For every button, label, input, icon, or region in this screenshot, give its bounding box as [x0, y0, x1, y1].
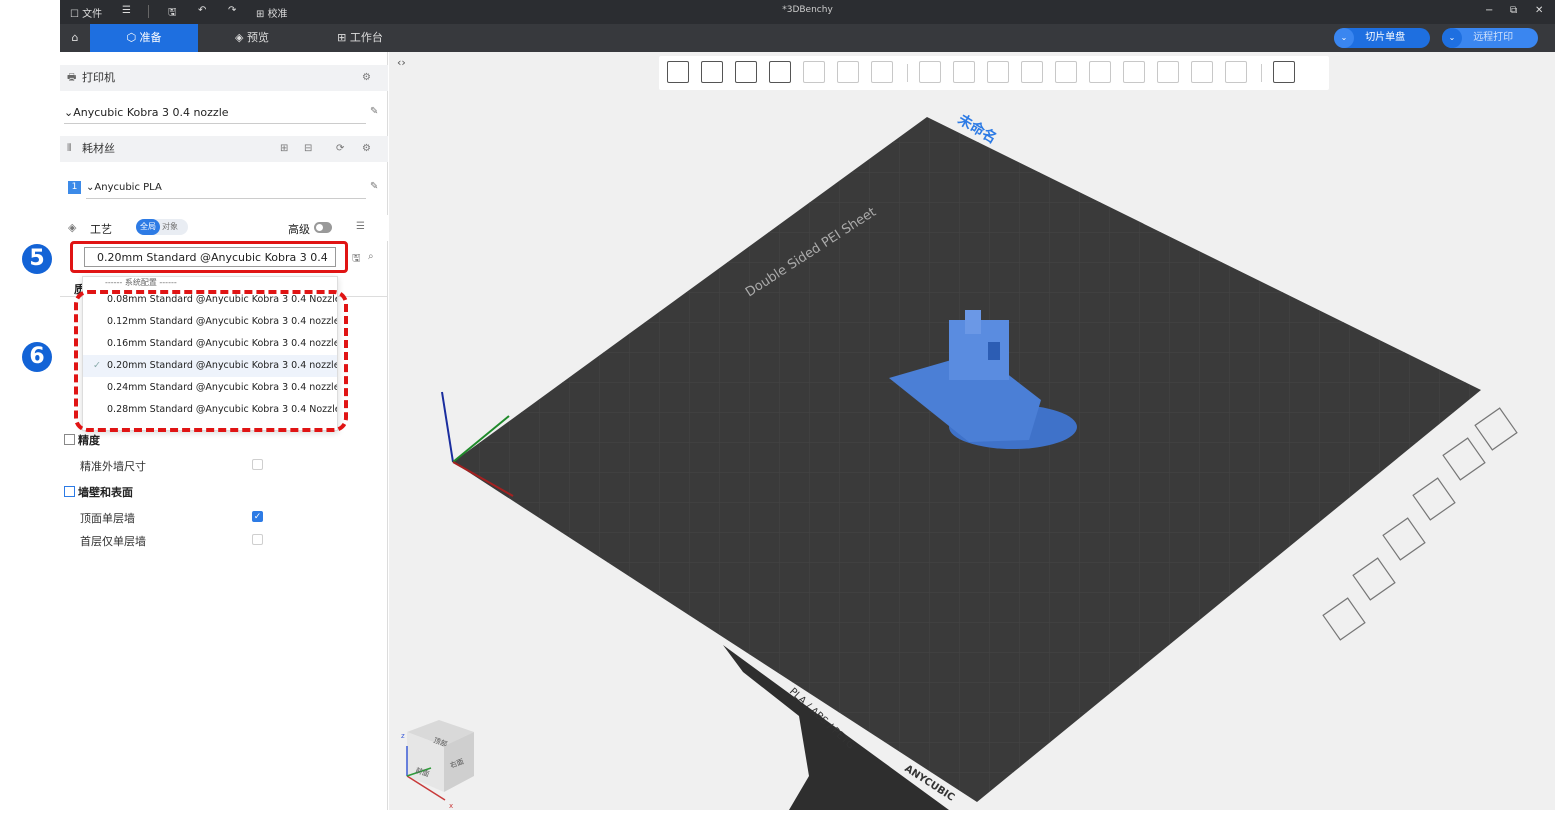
- highlight-preset-list: [74, 290, 348, 432]
- chevron-down-icon[interactable]: ⌄: [1334, 28, 1354, 48]
- filament-index-badge: 1: [68, 181, 81, 194]
- build-plate-scene: Double Sided PEI Sheet 未命名 PLA / ABS / P…: [401, 111, 1518, 810]
- plate-orient-icon[interactable]: [1352, 557, 1396, 601]
- scope-toggle[interactable]: 全局 对象: [136, 219, 188, 235]
- precise-wall-label: 精准外墙尺寸: [80, 460, 146, 473]
- precision-header: 精度: [78, 434, 100, 447]
- slice-button[interactable]: ⌄ 切片单盘: [1334, 28, 1430, 48]
- printer-icon: 🖶: [67, 72, 77, 83]
- chevron-down-icon[interactable]: ⌄: [1442, 28, 1462, 48]
- tab-workbench[interactable]: ⊞ 工作台: [306, 24, 414, 52]
- filament-icon: ⦀: [67, 143, 72, 154]
- plate-slice-icon[interactable]: [1322, 597, 1366, 641]
- highlight-process-select: [70, 241, 348, 273]
- nav-bar: ⌂ ⬡ 准备 ◈ 预览 ⊞ 工作台 ⌄ 切片单盘 ⌄ 远程打印: [60, 24, 1555, 52]
- walls-header: 墙壁和表面: [78, 486, 133, 499]
- dropdown-group-header: ------ 系统配置 ------: [105, 278, 177, 287]
- viewcube-x-label: x: [449, 802, 453, 810]
- edit-icon[interactable]: ✎: [370, 106, 378, 117]
- process-compare-icon[interactable]: ☰: [356, 221, 365, 232]
- process-header-label: 工艺: [90, 223, 112, 236]
- edit-icon[interactable]: ✎: [370, 181, 378, 192]
- advanced-label: 高级: [288, 223, 310, 236]
- remove-filament-icon[interactable]: ⊟: [304, 136, 312, 162]
- add-filament-icon[interactable]: ⊞: [280, 136, 288, 162]
- 3d-viewport[interactable]: ‹› Double Sided PEI Sheet 未命名 PLA / ABS …: [389, 52, 1555, 810]
- remote-print-label: 远程打印: [1473, 32, 1514, 43]
- printer-section-header: 🖶 打印机 ⚙: [60, 65, 388, 91]
- tab-prepare-label: 准备: [139, 31, 162, 44]
- view-cube[interactable]: z x 顶部 前面 右面: [401, 720, 474, 810]
- plate-close-icon[interactable]: [1474, 407, 1518, 451]
- printer-select[interactable]: ⌄Anycubic Kobra 3 0.4 nozzle: [64, 102, 366, 124]
- annotation-badge-5: 5: [22, 244, 52, 274]
- first-layer-single-wall-checkbox[interactable]: [252, 534, 263, 545]
- annotation-badge-6: 6: [22, 342, 52, 372]
- precision-category: 精度: [64, 432, 100, 448]
- plate-arrange-icon[interactable]: [1412, 477, 1456, 521]
- walls-icon: [64, 486, 75, 497]
- process-icon: ◈: [68, 221, 77, 234]
- window-title: *3DBenchy: [782, 5, 833, 15]
- tab-prepare[interactable]: ⬡ 准备: [90, 24, 198, 52]
- walls-category: 墙壁和表面: [64, 484, 133, 500]
- filament-section-header: ⦀ 耗材丝 ⊞ ⊟ ⟳ ⚙: [60, 136, 388, 162]
- tab-preview[interactable]: ◈ 预览: [198, 24, 306, 52]
- printer-settings-icon[interactable]: ⚙: [362, 65, 371, 91]
- filament-settings-icon[interactable]: ⚙: [362, 136, 371, 162]
- slice-label: 切片单盘: [1365, 32, 1406, 43]
- minimize-button[interactable]: −: [1485, 5, 1493, 16]
- search-icon[interactable]: ⌕: [368, 251, 374, 262]
- precision-icon: [64, 434, 75, 445]
- z-axis: [441, 391, 454, 463]
- filament-select[interactable]: ⌄Anycubic PLA: [86, 177, 366, 199]
- precise-wall-checkbox[interactable]: [252, 459, 263, 470]
- plate-settings-icon[interactable]: [1442, 437, 1486, 481]
- printer-header-label: 打印机: [82, 71, 115, 84]
- top-single-wall-label: 顶面单层墙: [80, 512, 135, 525]
- scope-global[interactable]: 全局: [136, 219, 160, 235]
- tab-workbench-label: 工作台: [349, 31, 383, 44]
- advanced-toggle[interactable]: [314, 222, 332, 233]
- filament-select-value: Anycubic PLA: [94, 182, 162, 193]
- filament-header-label: 耗材丝: [82, 142, 115, 155]
- home-icon[interactable]: ⌂: [60, 24, 90, 52]
- tab-preview-label: 预览: [246, 31, 269, 44]
- viewcube-z-label: z: [401, 732, 405, 740]
- top-single-wall-checkbox[interactable]: ✓: [252, 511, 263, 522]
- title-bar: ☐ 文件 ☰ 🖫 ↶ ↷ ⊞ 校准 *3DBenchy − ⧉ ✕: [60, 0, 1555, 24]
- filament-sync-icon[interactable]: ⟳: [336, 136, 344, 162]
- remote-print-button[interactable]: ⌄ 远程打印: [1442, 28, 1538, 48]
- close-button[interactable]: ✕: [1535, 5, 1543, 16]
- restore-button[interactable]: ⧉: [1510, 5, 1517, 16]
- scope-object[interactable]: 对象: [160, 222, 178, 231]
- first-layer-single-wall-label: 首层仅单层墙: [80, 535, 146, 548]
- plate-lock-icon[interactable]: [1382, 517, 1426, 561]
- save-preset-icon[interactable]: 🖫: [352, 251, 361, 268]
- printer-select-value: Anycubic Kobra 3 0.4 nozzle: [73, 106, 229, 119]
- process-section-header: ◈ 工艺 全局 对象 高级 ☰: [60, 215, 388, 241]
